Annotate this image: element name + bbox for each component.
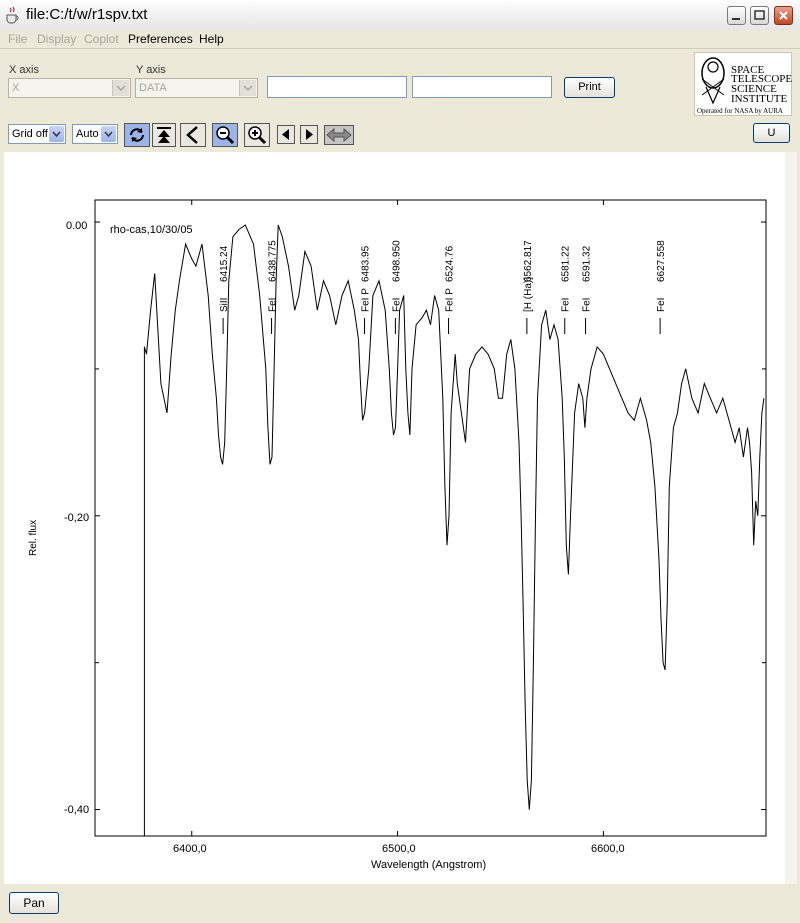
line-id-element: FeI: [561, 298, 572, 312]
line-id-element: FeI: [656, 298, 667, 312]
line-id-element: FeI: [391, 298, 402, 312]
line-id-wavelength: 6562.817: [523, 240, 534, 282]
line-id-wavelength: 6498.950: [391, 240, 402, 282]
line-id-wavelength: 6627.558: [656, 240, 667, 282]
line-id-element: FeI: [268, 298, 279, 312]
x-tick-label: 6400,0: [173, 843, 207, 855]
x-tick-label: 6500,0: [382, 843, 416, 855]
line-id-wavelength: 6524.76: [445, 245, 456, 282]
line-id-wavelength: 6438.775: [268, 240, 279, 282]
line-id-wavelength: 6483.95: [361, 245, 372, 282]
x-axis-title: Wavelength (Angstrom): [371, 859, 487, 871]
chart-title: rho-cas,10/30/05: [110, 224, 193, 236]
x-tick-label: 6600,0: [591, 843, 625, 855]
y-tick-label: -0,40: [64, 804, 90, 816]
line-id-element: FeI P: [445, 288, 456, 312]
line-id-element: FeI: [582, 298, 593, 312]
line-id-element: SiII: [219, 298, 230, 312]
y-axis-title: Rel. flux: [28, 519, 39, 556]
line-id-wavelength: 6581.22: [561, 245, 572, 282]
line-id-element: [H (Ha)]: [523, 277, 534, 312]
plot-frame: [94, 199, 767, 837]
spectrum-plot[interactable]: 6415.24 SiII 6438.775 FeI 6483.95 FeI P 6498.9…: [0, 0, 800, 923]
line-id-element: FeI P: [361, 288, 372, 312]
pan-button[interactable]: Pan: [9, 892, 59, 914]
line-id-wavelength: 6591.32: [582, 245, 593, 282]
y-tick-label: 0.00: [66, 220, 88, 232]
line-id-wavelength: 6415.24: [219, 245, 230, 282]
y-tick-label: -0,20: [64, 512, 90, 524]
